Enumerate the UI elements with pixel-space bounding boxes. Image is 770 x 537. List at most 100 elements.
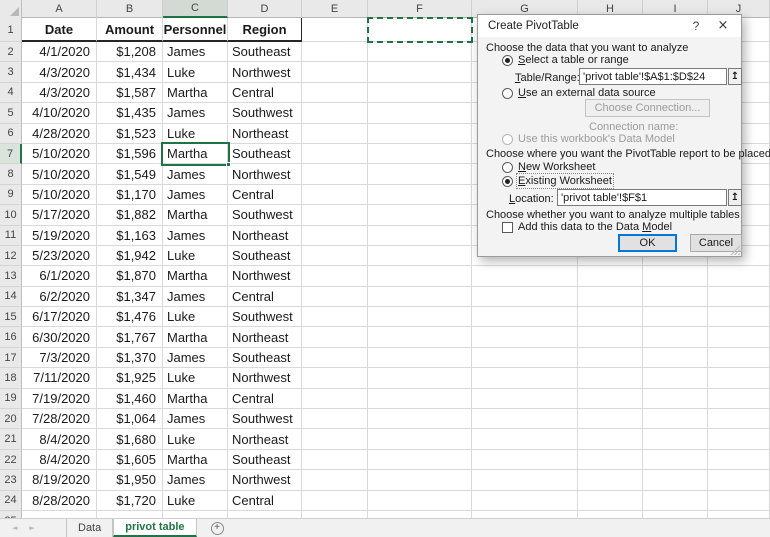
cell-G15[interactable] (472, 307, 578, 327)
cell-D24[interactable]: Central (228, 491, 302, 511)
sheet-tab-privot-table[interactable]: privot table (113, 519, 196, 537)
cell-E17[interactable] (302, 348, 368, 368)
cell-C22[interactable]: Martha (163, 450, 228, 470)
cell-J15[interactable] (708, 307, 770, 327)
row-header-10[interactable]: 10 (0, 205, 22, 225)
cell-I19[interactable] (643, 389, 708, 409)
cell-E24[interactable] (302, 491, 368, 511)
cell-B25[interactable] (97, 511, 163, 518)
cell-F10[interactable] (368, 205, 472, 225)
cell-G21[interactable] (472, 429, 578, 449)
help-icon[interactable]: ? (689, 19, 703, 33)
row-header-7[interactable]: 7 (0, 144, 22, 164)
cell-I18[interactable] (643, 368, 708, 388)
cell-C13[interactable]: Martha (163, 266, 228, 286)
cell-C1[interactable]: Personnel (163, 18, 228, 42)
cell-C17[interactable]: James (163, 348, 228, 368)
cell-A16[interactable]: 6/30/2020 (22, 327, 97, 347)
cell-D15[interactable]: Southwest (228, 307, 302, 327)
cell-F7[interactable] (368, 144, 472, 164)
cell-I24[interactable] (643, 491, 708, 511)
cell-G13[interactable] (472, 266, 578, 286)
cell-I22[interactable] (643, 450, 708, 470)
cell-D4[interactable]: Central (228, 83, 302, 103)
cell-D20[interactable]: Southwest (228, 409, 302, 429)
cell-F1[interactable] (368, 18, 472, 42)
cell-E5[interactable] (302, 103, 368, 123)
cell-B9[interactable]: $1,170 (97, 185, 163, 205)
cell-E14[interactable] (302, 287, 368, 307)
cell-A11[interactable]: 5/19/2020 (22, 226, 97, 246)
cell-F21[interactable] (368, 429, 472, 449)
cell-C19[interactable]: Martha (163, 389, 228, 409)
cell-B24[interactable]: $1,720 (97, 491, 163, 511)
cell-F22[interactable] (368, 450, 472, 470)
cell-E6[interactable] (302, 124, 368, 144)
cell-B11[interactable]: $1,163 (97, 226, 163, 246)
cell-F15[interactable] (368, 307, 472, 327)
col-header-D[interactable]: D (228, 0, 302, 18)
cell-C21[interactable]: Luke (163, 429, 228, 449)
cell-I17[interactable] (643, 348, 708, 368)
row-header-3[interactable]: 3 (0, 62, 22, 82)
row-header-6[interactable]: 6 (0, 124, 22, 144)
cell-F3[interactable] (368, 62, 472, 82)
col-header-F[interactable]: F (368, 0, 472, 18)
row-header-14[interactable]: 14 (0, 287, 22, 307)
row-header-19[interactable]: 19 (0, 389, 22, 409)
cell-C5[interactable]: James (163, 103, 228, 123)
cell-B12[interactable]: $1,942 (97, 246, 163, 266)
row-header-21[interactable]: 21 (0, 429, 22, 449)
cell-A23[interactable]: 8/19/2020 (22, 470, 97, 490)
cell-G23[interactable] (472, 470, 578, 490)
cell-D2[interactable]: Southeast (228, 42, 302, 62)
cell-D13[interactable]: Northwest (228, 266, 302, 286)
cell-J16[interactable] (708, 327, 770, 347)
row-header-16[interactable]: 16 (0, 327, 22, 347)
cell-D21[interactable]: Northeast (228, 429, 302, 449)
cell-B4[interactable]: $1,587 (97, 83, 163, 103)
cell-A9[interactable]: 5/10/2020 (22, 185, 97, 205)
row-header-24[interactable]: 24 (0, 491, 22, 511)
cell-D5[interactable]: Southwest (228, 103, 302, 123)
cell-F14[interactable] (368, 287, 472, 307)
col-header-C[interactable]: C (163, 0, 228, 18)
cell-I23[interactable] (643, 470, 708, 490)
cell-A13[interactable]: 6/1/2020 (22, 266, 97, 286)
cell-J18[interactable] (708, 368, 770, 388)
cell-E16[interactable] (302, 327, 368, 347)
cell-H15[interactable] (578, 307, 643, 327)
cell-C2[interactable]: James (163, 42, 228, 62)
cell-J13[interactable] (708, 266, 770, 286)
tab-scroll-left-icon[interactable]: ◄ (12, 524, 17, 532)
row-header-15[interactable]: 15 (0, 307, 22, 327)
cell-F12[interactable] (368, 246, 472, 266)
cell-I14[interactable] (643, 287, 708, 307)
cell-C24[interactable]: Luke (163, 491, 228, 511)
cell-C11[interactable]: James (163, 226, 228, 246)
row-header-18[interactable]: 18 (0, 368, 22, 388)
cell-G19[interactable] (472, 389, 578, 409)
cell-D3[interactable]: Northwest (228, 62, 302, 82)
cell-A25[interactable] (22, 511, 97, 518)
cell-J22[interactable] (708, 450, 770, 470)
cell-F24[interactable] (368, 491, 472, 511)
cell-B13[interactable]: $1,870 (97, 266, 163, 286)
cell-A19[interactable]: 7/19/2020 (22, 389, 97, 409)
cell-C14[interactable]: James (163, 287, 228, 307)
cell-A2[interactable]: 4/1/2020 (22, 42, 97, 62)
cell-H19[interactable] (578, 389, 643, 409)
cell-H23[interactable] (578, 470, 643, 490)
cell-D14[interactable]: Central (228, 287, 302, 307)
cell-D10[interactable]: Southwest (228, 205, 302, 225)
cell-E12[interactable] (302, 246, 368, 266)
new-sheet-button[interactable]: + (211, 522, 224, 535)
cell-F11[interactable] (368, 226, 472, 246)
cell-E25[interactable] (302, 511, 368, 518)
cell-A1[interactable]: Date (22, 18, 97, 42)
collapse-dialog-icon[interactable]: ↥ (728, 68, 742, 85)
cell-B6[interactable]: $1,523 (97, 124, 163, 144)
cell-C18[interactable]: Luke (163, 368, 228, 388)
cell-F5[interactable] (368, 103, 472, 123)
cell-A15[interactable]: 6/17/2020 (22, 307, 97, 327)
